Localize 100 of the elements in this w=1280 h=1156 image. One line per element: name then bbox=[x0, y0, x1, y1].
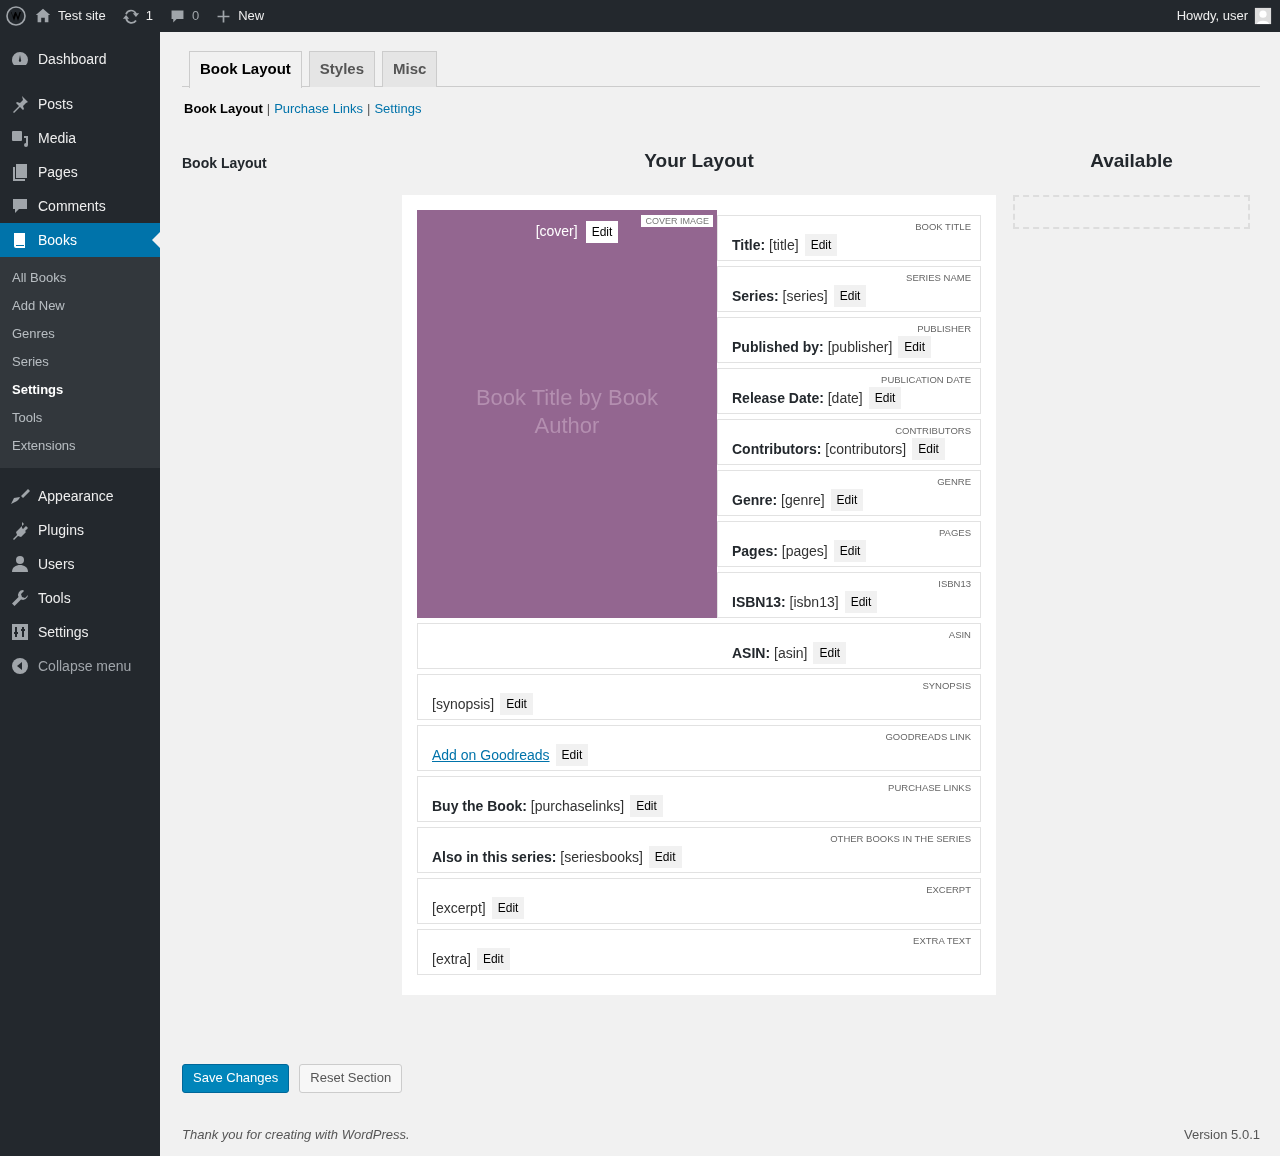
edit-button[interactable]: Edit bbox=[648, 846, 682, 868]
layout-field[interactable]: PUBLICATION DATE Release Date: [date] Edit bbox=[717, 367, 981, 414]
edit-button[interactable]: Edit bbox=[491, 897, 525, 919]
edit-button[interactable]: Edit bbox=[500, 693, 533, 715]
field-tag: GENRE bbox=[937, 475, 971, 488]
submenu-item[interactable]: All Books bbox=[0, 264, 160, 292]
wordpress-link[interactable]: WordPress bbox=[341, 1126, 406, 1142]
site-link[interactable]: Test site bbox=[26, 0, 114, 32]
layout-heading: Your Layout bbox=[644, 149, 754, 171]
sidebar-item[interactable]: Collapse menu bbox=[0, 649, 160, 683]
tab[interactable]: Styles bbox=[308, 51, 376, 87]
field-tag: CONTRIBUTORS bbox=[895, 424, 971, 437]
submenu-item[interactable]: Tools bbox=[0, 404, 160, 432]
account-link[interactable]: Howdy, user bbox=[1168, 0, 1272, 32]
layout-field[interactable]: PURCHASE LINKS Buy the Book: [purchaselinks] Edit bbox=[417, 775, 981, 822]
sidebar-item[interactable]: Comments bbox=[0, 189, 160, 223]
separator: | bbox=[367, 100, 371, 118]
edit-button[interactable]: Edit bbox=[476, 948, 510, 970]
field-tag: EXCERPT bbox=[926, 883, 971, 896]
layout-field[interactable]: ISBN13 ISBN13: [isbn13] Edit bbox=[717, 571, 981, 618]
field-text: Genre: [genre] bbox=[732, 490, 825, 510]
field-tag: EXTRA TEXT bbox=[913, 934, 971, 947]
goodreads-link[interactable]: Add on Goodreads bbox=[432, 744, 550, 766]
field-tag: OTHER BOOKS IN THE SERIES bbox=[830, 832, 971, 845]
sidebar-item[interactable]: Books bbox=[0, 223, 160, 257]
sidebar-item[interactable]: Settings bbox=[0, 615, 160, 649]
field-tag: SYNOPSIS bbox=[922, 679, 971, 692]
sidebar-item[interactable]: Posts bbox=[0, 87, 160, 121]
save-button[interactable]: Save Changes bbox=[182, 1063, 290, 1093]
comments-link[interactable]: 0 bbox=[160, 0, 208, 32]
cover-shortcode: [cover] bbox=[535, 222, 578, 241]
sidebar-item[interactable]: Media bbox=[0, 121, 160, 155]
layout-field[interactable]: SERIES NAME Series: [series] Edit bbox=[717, 265, 981, 312]
sidebar-item[interactable]: Pages bbox=[0, 155, 160, 189]
field-tag: COVER IMAGE bbox=[641, 214, 713, 227]
layout-field[interactable]: PAGES Pages: [pages] Edit bbox=[717, 520, 981, 567]
layout-field[interactable]: ASIN ASIN: [asin] Edit bbox=[417, 622, 981, 669]
collapse-icon bbox=[10, 656, 30, 676]
reset-button[interactable]: Reset Section bbox=[299, 1063, 403, 1093]
field-text: [excerpt] bbox=[432, 898, 486, 918]
field-text: Contributors: [contributors] bbox=[732, 439, 907, 459]
layout-field[interactable]: EXTRA TEXT [extra] Edit bbox=[417, 928, 981, 975]
edit-button[interactable]: Edit bbox=[898, 336, 931, 358]
subnav-link[interactable]: Purchase Links bbox=[274, 99, 363, 119]
edit-button[interactable]: Edit bbox=[868, 387, 902, 409]
submenu-item[interactable]: Extensions bbox=[0, 432, 160, 460]
layout-field[interactable]: CONTRIBUTORS Contributors: [contributors] Edit bbox=[717, 418, 981, 465]
edit-button[interactable]: Edit bbox=[555, 744, 589, 766]
home-icon bbox=[34, 7, 52, 25]
edit-button[interactable]: Edit bbox=[833, 540, 867, 562]
edit-button[interactable]: Edit bbox=[833, 285, 867, 307]
field-tag: PUBLICATION DATE bbox=[881, 373, 971, 386]
layout-field[interactable]: PUBLISHER Published by: [publisher] Edit bbox=[717, 316, 981, 363]
updates-link[interactable]: 1 bbox=[113, 0, 161, 32]
field-tag: GOODREADS LINK bbox=[885, 730, 971, 743]
field-tag: BOOK TITLE bbox=[915, 220, 971, 233]
layout-field[interactable]: GENRE Genre: [genre] Edit bbox=[717, 469, 981, 516]
field-text: [extra] bbox=[432, 949, 471, 969]
section-title: Book Layout bbox=[182, 154, 267, 171]
tab[interactable]: Misc bbox=[382, 51, 438, 87]
field-text: Also in this series: [seriesbooks] bbox=[432, 847, 643, 867]
comment-icon bbox=[10, 196, 30, 216]
tab[interactable]: Book Layout bbox=[189, 51, 302, 88]
pages-icon bbox=[10, 162, 30, 182]
edit-button[interactable]: Edit bbox=[630, 795, 663, 817]
available-heading: Available bbox=[1090, 149, 1173, 171]
field-text: Published by: [publisher] bbox=[732, 337, 893, 357]
subnav-link[interactable]: Book Layout bbox=[184, 99, 263, 119]
refresh-icon bbox=[121, 7, 140, 25]
submenu-item[interactable]: Settings bbox=[0, 376, 160, 404]
field-text: Series: [series] bbox=[732, 286, 828, 306]
field-tag: ASIN bbox=[948, 628, 971, 641]
sidebar-item[interactable]: Dashboard bbox=[0, 42, 160, 76]
field-text: ISBN13: [isbn13] bbox=[732, 592, 839, 612]
layout-field[interactable]: SYNOPSIS [synopsis] Edit bbox=[417, 673, 981, 720]
edit-button[interactable]: Edit bbox=[912, 438, 945, 460]
submenu-item[interactable]: Series bbox=[0, 348, 160, 376]
sliders-icon bbox=[10, 622, 30, 642]
layout-field[interactable]: GOODREADS LINK Add on Goodreads Edit bbox=[417, 724, 981, 771]
layout-field[interactable]: BOOK TITLE Title: [title] Edit bbox=[717, 214, 981, 261]
sidebar-item[interactable]: Plugins bbox=[0, 513, 160, 547]
layout-field[interactable]: OTHER BOOKS IN THE SERIES Also in this series: [seriesbooks] Edit bbox=[417, 826, 981, 873]
edit-button[interactable]: Edit bbox=[813, 642, 847, 664]
submenu-item[interactable]: Genres bbox=[0, 320, 160, 348]
field-tag: PUBLISHER bbox=[917, 322, 971, 335]
footer-text: Thank you for creating with WordPress. bbox=[182, 1125, 410, 1144]
submenu-item[interactable]: Add New bbox=[0, 292, 160, 320]
layout-field[interactable]: EXCERPT [excerpt] Edit bbox=[417, 877, 981, 924]
subnav-link[interactable]: Settings bbox=[374, 99, 422, 119]
sidebar-item[interactable]: Users bbox=[0, 547, 160, 581]
field-tag: PURCHASE LINKS bbox=[888, 781, 971, 794]
edit-button[interactable]: Edit bbox=[830, 489, 864, 511]
edit-button[interactable]: Edit bbox=[804, 234, 838, 256]
field-text: Title: [title] bbox=[732, 235, 799, 255]
new-link[interactable]: New bbox=[207, 0, 273, 32]
sidebar-item[interactable]: Appearance bbox=[0, 479, 160, 513]
edit-button[interactable]: Edit bbox=[585, 220, 619, 243]
edit-button[interactable]: Edit bbox=[844, 591, 878, 613]
sidebar-item[interactable]: Tools bbox=[0, 581, 160, 615]
separator: | bbox=[266, 100, 271, 118]
